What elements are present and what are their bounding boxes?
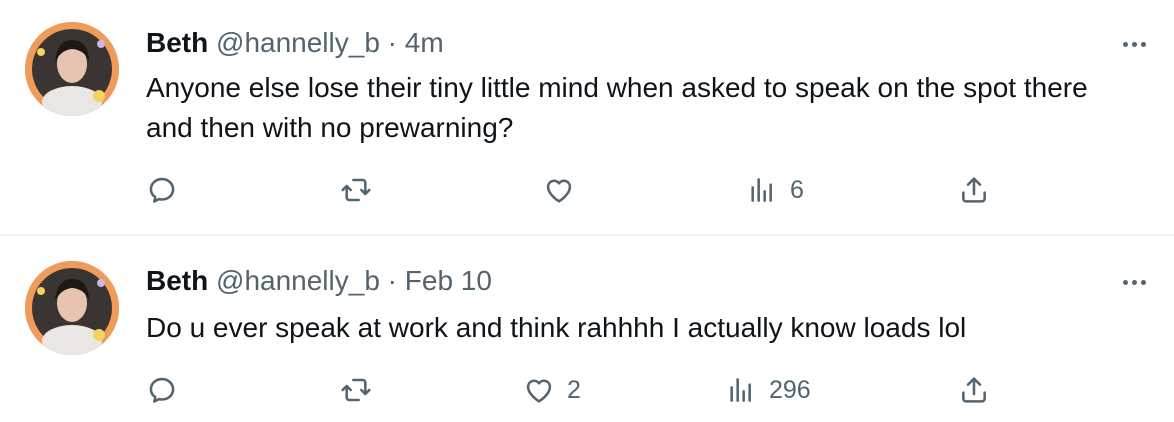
views-icon: [730, 378, 751, 402]
share-icon: [962, 377, 986, 403]
views-button[interactable]: 296: [725, 370, 811, 410]
more-options-button[interactable]: [1116, 272, 1152, 292]
tweet[interactable]: Beth @hannelly_b · Feb 10 Do u ever spea…: [0, 236, 1174, 422]
reply-icon: [149, 177, 175, 203]
more-dot: [1131, 279, 1137, 285]
more-dot: [1140, 279, 1146, 285]
like-button[interactable]: [543, 170, 587, 210]
avatar[interactable]: [25, 22, 119, 116]
retweet-icon: [341, 378, 371, 402]
tweet-text: Anyone else lose their tiny little mind …: [146, 72, 1088, 143]
more-options-button[interactable]: [1116, 34, 1152, 54]
views-button[interactable]: 6: [746, 170, 804, 210]
heart-icon: [526, 379, 552, 403]
author-handle[interactable]: @hannelly_b: [216, 27, 380, 58]
separator-dot: ·: [387, 27, 397, 58]
views-count: 6: [790, 175, 804, 204]
more-dot: [1131, 41, 1137, 47]
heart-icon: [546, 179, 572, 203]
timestamp[interactable]: Feb 10: [405, 265, 492, 296]
share-button[interactable]: [958, 170, 990, 210]
reply-button[interactable]: [146, 370, 178, 410]
separator-dot: ·: [387, 265, 397, 296]
like-button[interactable]: 2: [523, 370, 581, 410]
author-name[interactable]: Beth: [146, 265, 208, 296]
tweet-actions: 6: [0, 170, 1174, 210]
retweet-button[interactable]: [340, 370, 372, 410]
more-dot: [1122, 41, 1128, 47]
retweet-button[interactable]: [340, 170, 372, 210]
share-icon: [962, 177, 986, 203]
share-button[interactable]: [958, 370, 990, 410]
tweet-text: Do u ever speak at work and think rahhhh…: [146, 312, 967, 343]
like-count: 2: [567, 375, 581, 404]
more-dot: [1140, 41, 1146, 47]
views-icon: [751, 178, 772, 202]
tweet-actions: 2 296: [0, 370, 1174, 410]
avatar[interactable]: [25, 261, 119, 355]
tweet-header: Beth @hannelly_b · Feb 10: [146, 264, 492, 298]
author-name[interactable]: Beth: [146, 27, 208, 58]
views-count: 296: [769, 375, 811, 404]
avatar-image: [25, 22, 119, 116]
retweet-icon: [341, 178, 371, 202]
tweet[interactable]: Beth @hannelly_b · 4m Anyone else lose t…: [0, 0, 1174, 234]
avatar-image: [25, 261, 119, 355]
more-dot: [1122, 279, 1128, 285]
author-handle[interactable]: @hannelly_b: [216, 265, 380, 296]
reply-button[interactable]: [146, 170, 178, 210]
reply-icon: [149, 377, 175, 403]
timestamp[interactable]: 4m: [405, 27, 444, 58]
tweet-header: Beth @hannelly_b · 4m: [146, 26, 444, 60]
